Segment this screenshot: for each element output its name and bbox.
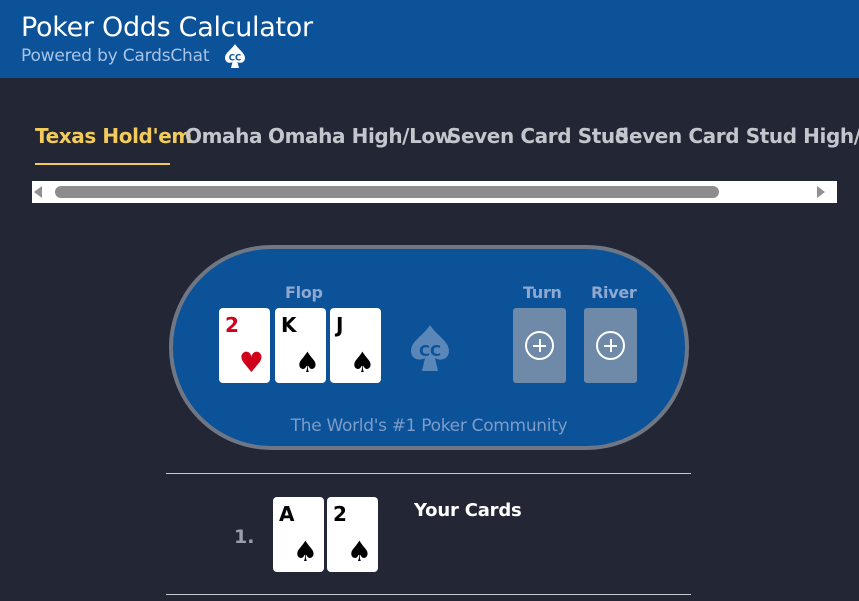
table-tagline: The World's #1 Poker Community — [290, 416, 568, 436]
river-label: River — [591, 283, 637, 302]
turn-card-slot[interactable] — [513, 308, 566, 383]
active-tab-indicator — [35, 163, 170, 165]
spade-suit-icon: ♠ — [346, 535, 372, 568]
flop-label: Flop — [285, 283, 323, 302]
game-tabs: Texas Hold'em Omaha Omaha High/Low Seven… — [0, 118, 859, 168]
tab-seven-card-stud[interactable]: Seven Card Stud — [447, 124, 629, 148]
flop-card-2[interactable]: K ♠ — [275, 308, 326, 383]
card-rank: 2 — [225, 313, 239, 337]
river-card-slot[interactable] — [584, 308, 637, 383]
tabs-scrollbar[interactable] — [32, 181, 837, 203]
poker-table: Flop Turn River 2 ♥ K ♠ J ♠ CC The World… — [169, 245, 689, 450]
add-card-icon[interactable] — [596, 331, 625, 360]
card-rank: J — [336, 313, 344, 337]
spade-suit-icon: ♠ — [349, 346, 375, 379]
player-label: Your Cards — [414, 500, 522, 521]
scroll-left-arrow-icon[interactable] — [34, 186, 42, 198]
tab-omaha-high-low[interactable]: Omaha High/Low — [268, 124, 453, 148]
app-title: Poker Odds Calculator — [21, 12, 313, 43]
tab-omaha[interactable]: Omaha — [185, 124, 262, 148]
spade-suit-icon: ♠ — [292, 535, 318, 568]
card-rank: 2 — [333, 502, 347, 526]
svg-text:CC: CC — [419, 342, 441, 360]
tab-seven-card-stud-high-low[interactable]: Seven Card Stud High/L — [615, 124, 859, 148]
svg-text:CC: CC — [229, 54, 241, 64]
spade-suit-icon: ♠ — [294, 346, 320, 379]
heart-suit-icon: ♥ — [238, 346, 264, 379]
turn-label: Turn — [523, 283, 562, 302]
divider — [166, 473, 691, 474]
app-subtitle: Powered by CardsChat — [21, 46, 210, 66]
player-card-2[interactable]: 2 ♠ — [327, 497, 378, 572]
tab-texas-holdem[interactable]: Texas Hold'em — [35, 124, 192, 148]
card-rank: A — [279, 502, 295, 526]
add-card-icon[interactable] — [525, 331, 554, 360]
flop-card-1[interactable]: 2 ♥ — [219, 308, 270, 383]
scrollbar-thumb[interactable] — [55, 186, 719, 198]
cardschat-logo-icon[interactable]: CC — [222, 43, 248, 69]
scroll-right-arrow-icon[interactable] — [817, 186, 825, 198]
player-number: 1. — [234, 526, 255, 548]
header: Poker Odds Calculator Powered by CardsCh… — [0, 0, 859, 78]
cardschat-table-logo-icon: CC — [411, 325, 449, 371]
divider — [166, 594, 691, 595]
player-card-1[interactable]: A ♠ — [273, 497, 324, 572]
card-rank: K — [281, 313, 297, 337]
flop-card-3[interactable]: J ♠ — [330, 308, 381, 383]
